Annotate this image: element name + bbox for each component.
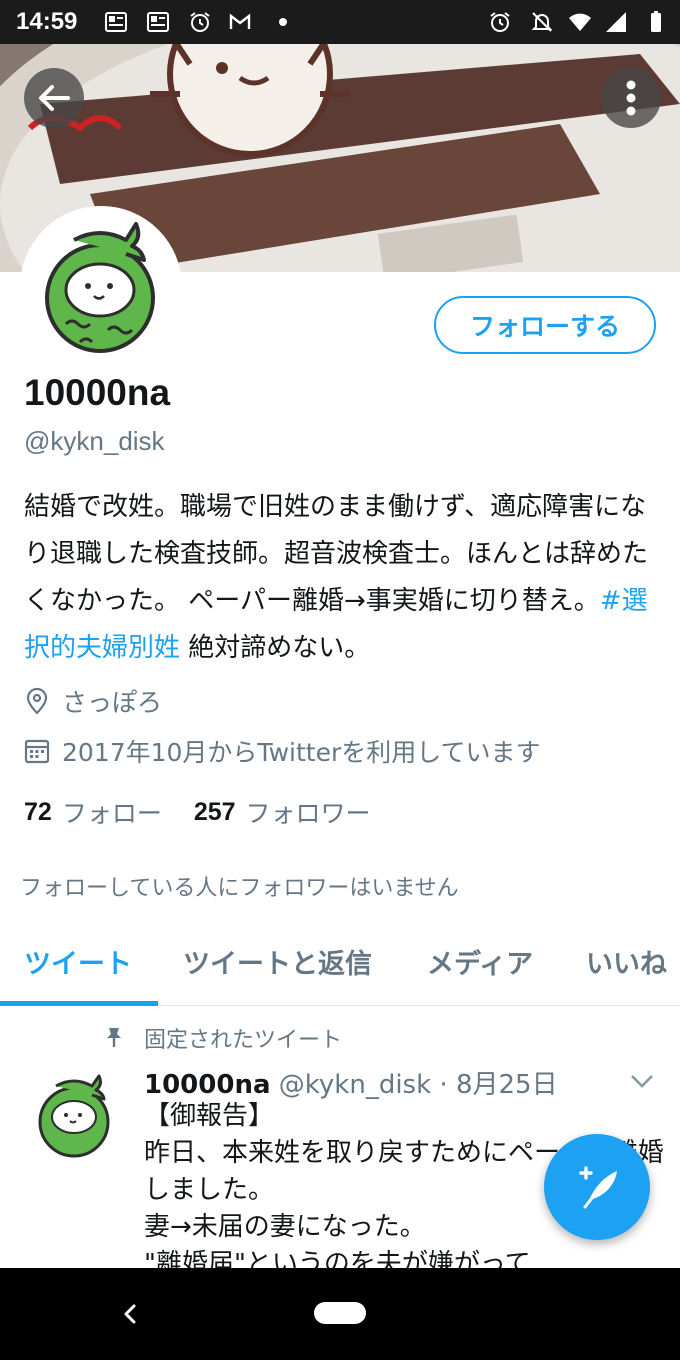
following-link[interactable]: 72 フォロー [24, 794, 162, 830]
compose-feather-icon [579, 1166, 617, 1209]
tweet-author-name[interactable]: 10000na [144, 1070, 271, 1100]
tweet-author-meta: @kykn_disk · 8月25日 [270, 1070, 558, 1100]
followers-count: 257 [193, 797, 236, 826]
system-navigation-bar [0, 1268, 680, 1360]
location-pin-icon [26, 687, 48, 715]
follow-counts: 72 フォロー 257 フォロワー [24, 794, 403, 830]
following-label: フォロー [61, 799, 162, 828]
dot-icon [279, 18, 287, 26]
following-count: 72 [24, 797, 52, 826]
alarm-icon [490, 12, 510, 32]
nav-home-pill[interactable] [314, 1302, 366, 1324]
avatar-image [20, 206, 182, 368]
known-followers-text: フォローしている人にフォロワーはいません [20, 876, 459, 901]
signal-icon [606, 12, 626, 32]
status-bar: 14:59 [0, 0, 680, 44]
tab-tweets[interactable]: ツイート [24, 942, 132, 981]
news-icon [105, 12, 127, 32]
tab-likes[interactable]: いいね [586, 942, 667, 981]
followers-link[interactable]: 257 フォロワー [194, 794, 371, 830]
compose-tweet-button[interactable] [544, 1134, 650, 1240]
location-text: さっぽろ [62, 688, 163, 717]
profile-tabs: ツイート ツイートと返信 メディア いいね [0, 930, 680, 1006]
status-time: 14:59 [16, 8, 78, 35]
joined-row: 2017年10月からTwitterを利用しています [24, 734, 540, 768]
bio-text: 結婚で改姓。職場で旧姓のまま働けず、適応障害になり退職した検査技師。超音波検査士… [24, 492, 649, 616]
tweet-avatar-image [38, 1074, 110, 1158]
tab-media[interactable]: メディア [427, 942, 533, 981]
user-handle: @kykn_disk [24, 426, 165, 456]
bell-off-icon [531, 12, 553, 32]
active-tab-indicator [0, 1001, 158, 1006]
arrow-left-icon [39, 85, 70, 111]
more-options-button[interactable] [601, 68, 661, 128]
more-vertical-icon [626, 80, 636, 116]
gmail-icon [229, 13, 251, 29]
pin-icon [107, 1028, 121, 1047]
location-row: さっぽろ [24, 684, 162, 718]
followers-label: フォロワー [245, 799, 371, 828]
nav-back-icon[interactable] [118, 1298, 142, 1330]
bio-tail-text: 絶対諦めない。 [180, 633, 371, 663]
news-icon [147, 12, 169, 32]
tweet-avatar[interactable] [34, 1072, 114, 1158]
alarm-icon [190, 12, 210, 32]
tab-tweets-and-replies[interactable]: ツイートと返信 [183, 942, 372, 981]
battery-icon [651, 11, 661, 32]
calendar-icon [24, 739, 50, 764]
joined-text: 2017年10月からTwitterを利用しています [62, 738, 541, 767]
profile-bio: 結婚で改姓。職場で旧姓のまま働けず、適応障害になり退職した検査技師。超音波検査士… [24, 484, 664, 672]
display-name: 10000na [24, 372, 171, 413]
back-button[interactable] [24, 68, 84, 128]
chevron-down-icon[interactable] [628, 1070, 656, 1092]
profile-avatar[interactable] [20, 206, 182, 368]
pinned-tweet-label: 固定されたツイート [144, 1028, 343, 1053]
follow-button[interactable]: フォローする [434, 296, 656, 354]
wifi-icon [569, 13, 591, 31]
tweet-header: 10000na @kykn_disk · 8月25日 [144, 1064, 558, 1101]
